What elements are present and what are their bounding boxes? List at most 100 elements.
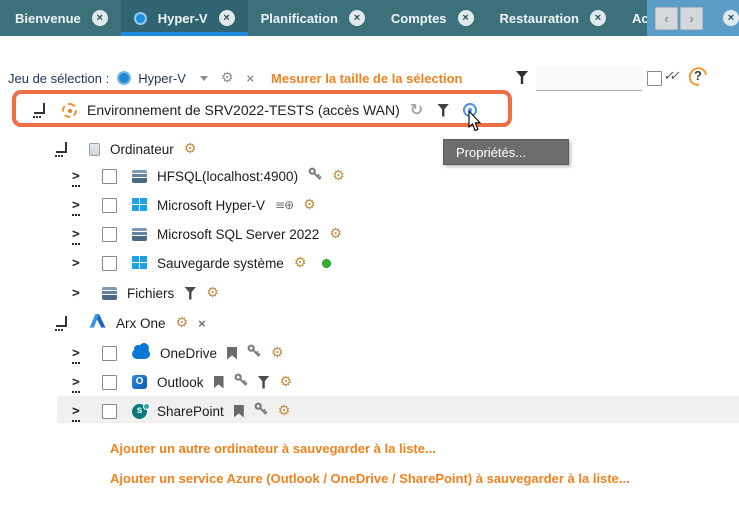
- scroll-right-button[interactable]: ›: [680, 7, 703, 30]
- tree-row-sauvegarde-systeme: > Sauvegarde système ⚙: [72, 250, 331, 276]
- checkbox[interactable]: [102, 198, 117, 213]
- database-server-icon: [132, 228, 147, 241]
- filter-icon[interactable]: [258, 376, 270, 389]
- tree-item-label[interactable]: Microsoft SQL Server 2022: [157, 227, 319, 242]
- tab-hyperv[interactable]: Hyper-V ×: [121, 0, 248, 36]
- windows-logo-icon: [132, 256, 147, 270]
- tab-planification[interactable]: Planification ×: [248, 0, 378, 36]
- tree-row-sqlserver: > Microsoft SQL Server 2022 ⚙: [72, 221, 342, 247]
- mouse-cursor: [468, 111, 483, 132]
- selection-set-icon: [134, 12, 147, 25]
- expand-icon[interactable]: >: [72, 170, 82, 183]
- gear-icon[interactable]: ⚙: [221, 71, 234, 85]
- filter-icon[interactable]: [516, 71, 528, 84]
- double-check-icon[interactable]: ✓✓: [662, 69, 677, 84]
- gear-icon[interactable]: ⚙: [271, 346, 284, 360]
- key-icon[interactable]: [308, 167, 322, 186]
- expand-icon[interactable]: >: [72, 405, 82, 418]
- selection-bar: Jeu de sélection : Hyper-V ⚙ × Mesurer l…: [8, 64, 739, 92]
- tab-bar: Bienvenue × Hyper-V × Planification × Co…: [0, 0, 739, 36]
- filter-icon[interactable]: [437, 104, 449, 117]
- key-icon[interactable]: [234, 373, 248, 392]
- tooltip: Propriétés...: [443, 139, 569, 165]
- checkbox[interactable]: [102, 404, 117, 419]
- tree-item-label[interactable]: Microsoft Hyper-V: [157, 198, 265, 213]
- expand-icon[interactable]: >: [72, 376, 82, 389]
- bookmark-icon[interactable]: [227, 347, 237, 360]
- help-icon[interactable]: ?: [689, 67, 707, 86]
- windows-logo-icon: [132, 198, 147, 212]
- selection-set-value[interactable]: Hyper-V: [138, 71, 186, 86]
- tree-item-label[interactable]: OneDrive: [160, 346, 217, 361]
- outlook-icon: O: [132, 375, 147, 389]
- tab-comptes[interactable]: Comptes ×: [378, 0, 487, 36]
- remove-node-icon[interactable]: ×: [198, 317, 206, 330]
- close-icon[interactable]: ×: [219, 10, 235, 26]
- close-icon[interactable]: ×: [458, 10, 474, 26]
- tooltip-text: Propriétés...: [456, 145, 526, 160]
- collapse-icon[interactable]: [56, 316, 67, 327]
- expand-icon[interactable]: >: [72, 287, 82, 300]
- refresh-icon[interactable]: ↻: [410, 102, 423, 118]
- bookmark-icon[interactable]: [234, 405, 244, 418]
- checkbox[interactable]: [102, 346, 117, 361]
- status-green-dot: [322, 259, 331, 268]
- tree-row-sharepoint: > s SharePoint ⚙: [72, 398, 290, 424]
- tab-label: Hyper-V: [158, 11, 208, 26]
- gear-icon[interactable]: ⚙: [184, 142, 197, 156]
- gear-icon[interactable]: ⚙: [329, 227, 342, 241]
- add-azure-service-link[interactable]: Ajouter un service Azure (Outlook / OneD…: [110, 471, 630, 486]
- expand-icon[interactable]: >: [72, 347, 82, 360]
- gear-icon[interactable]: ⚙: [176, 316, 189, 330]
- checkbox[interactable]: [102, 169, 117, 184]
- gear-icon[interactable]: ⚙: [206, 286, 219, 300]
- select-all-checkbox[interactable]: [647, 71, 662, 86]
- key-icon[interactable]: [247, 344, 261, 363]
- vm-list-icon[interactable]: ≡⊕: [275, 198, 293, 212]
- environment-row[interactable]: Environnement de SRV2022-TESTS (accès WA…: [34, 98, 477, 122]
- tab-label: Restauration: [500, 11, 579, 26]
- gear-icon[interactable]: ⚙: [280, 375, 293, 389]
- bookmark-icon[interactable]: [214, 376, 224, 389]
- files-server-icon: [102, 287, 117, 300]
- tree-item-label[interactable]: HFSQL(localhost:4900): [157, 169, 298, 184]
- backup-selection-window: Bienvenue × Hyper-V × Planification × Co…: [0, 0, 739, 515]
- tab-restauration[interactable]: Restauration ×: [487, 0, 619, 36]
- remove-selection-icon[interactable]: ×: [246, 72, 254, 85]
- gear-icon[interactable]: ⚙: [303, 198, 316, 212]
- overflow-close-icon[interactable]: ×: [723, 10, 739, 26]
- gear-icon[interactable]: ⚙: [332, 169, 345, 183]
- tree-item-label[interactable]: SharePoint: [157, 404, 224, 419]
- tree-item-label[interactable]: Fichiers: [127, 286, 174, 301]
- tree-item-label[interactable]: Outlook: [157, 375, 204, 390]
- tree-item-label[interactable]: Sauvegarde système: [157, 256, 284, 271]
- collapse-icon[interactable]: [56, 142, 67, 153]
- checkbox[interactable]: [102, 375, 117, 390]
- checkbox[interactable]: [102, 256, 117, 271]
- tab-label: Planification: [261, 11, 338, 26]
- add-computer-link[interactable]: Ajouter un autre ordinateur à sauvegarde…: [110, 441, 436, 456]
- key-icon[interactable]: [254, 402, 268, 421]
- tab-bienvenue[interactable]: Bienvenue ×: [2, 0, 121, 36]
- database-server-icon: [132, 170, 147, 183]
- expand-icon[interactable]: >: [72, 228, 82, 241]
- close-icon[interactable]: ×: [590, 10, 606, 26]
- filter-icon[interactable]: [184, 287, 196, 300]
- close-icon[interactable]: ×: [349, 10, 365, 26]
- gear-icon[interactable]: ⚙: [294, 256, 307, 270]
- expand-icon[interactable]: >: [72, 199, 82, 212]
- measure-selection-link[interactable]: Mesurer la taille de la sélection: [271, 71, 462, 86]
- collapse-icon[interactable]: [34, 103, 45, 114]
- scroll-left-button[interactable]: ‹: [655, 7, 678, 30]
- tree-item-label[interactable]: Arx One: [116, 316, 166, 331]
- tree-item-label[interactable]: Ordinateur: [110, 142, 174, 157]
- selection-set-color-icon: [117, 71, 131, 85]
- filter-input[interactable]: [536, 66, 642, 91]
- close-icon[interactable]: ×: [92, 10, 108, 26]
- expand-icon[interactable]: >: [72, 257, 82, 270]
- chevron-down-icon[interactable]: [200, 76, 208, 81]
- tree-row-ordinateur: Ordinateur ⚙: [52, 136, 196, 162]
- gear-icon[interactable]: ⚙: [278, 404, 291, 418]
- arx-one-logo-icon: [89, 314, 106, 333]
- checkbox[interactable]: [102, 227, 117, 242]
